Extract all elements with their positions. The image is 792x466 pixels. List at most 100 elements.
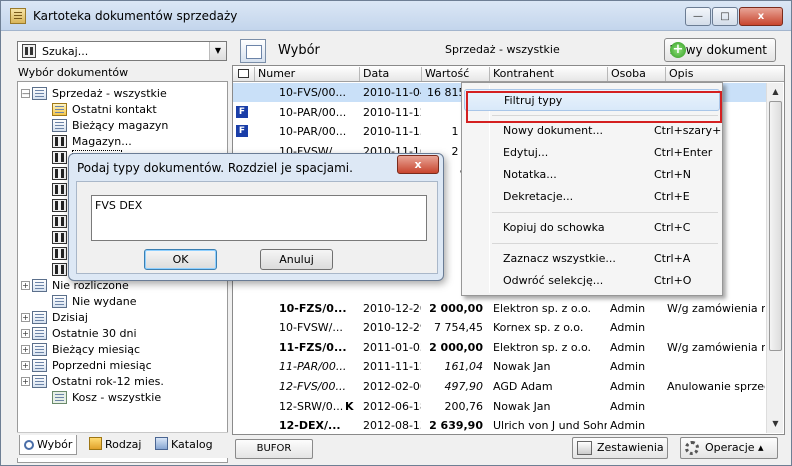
cell-opis: Anulowanie sprzeda — [667, 380, 765, 393]
tree-node[interactable]: Bieżący magazyn — [18, 118, 227, 134]
ok-button[interactable]: OK — [144, 249, 217, 270]
maximize-button[interactable]: □ — [712, 7, 738, 26]
vertical-scrollbar[interactable]: ▲ ▼ — [766, 83, 783, 433]
scroll-thumb[interactable] — [769, 101, 782, 351]
cell-num: 10-FZS/0... — [279, 301, 347, 315]
table-row[interactable]: 10-FVSW/... 2010-12-29 7 754,45 Kornex sp. … — [233, 318, 766, 337]
highlight-frame — [466, 91, 722, 123]
cell-val: 2 639,90 — [429, 419, 483, 433]
dialog-title: Podaj typy dokumentów. Rozdziel je spacj… — [77, 161, 353, 175]
tree-expander[interactable]: + — [21, 313, 30, 322]
menu-item[interactable]: Nowy dokument... Ctrl+szary+ — [464, 120, 721, 142]
binoculars-icon — [52, 247, 67, 260]
menu-item[interactable]: Notatka... Ctrl+N — [464, 164, 720, 186]
tree-node[interactable]: Magazyn... — [18, 134, 227, 150]
table-header: Numer Data Wartość Kontrahent Osoba Opis — [233, 66, 784, 82]
title-bar[interactable]: Kartoteka dokumentów sprzedaży — □ x — [1, 1, 791, 31]
search-combo[interactable]: Szukaj... ▼ — [17, 41, 227, 61]
cancel-button[interactable]: Anuluj — [260, 249, 333, 270]
table-row[interactable]: 12-SRW/0... 2012-06-18 200,76 Nowak Jan Admi… — [233, 397, 766, 416]
cell-osoba: Admin — [610, 419, 646, 433]
cell-val: 161,04 — [444, 360, 484, 374]
tree-node-label: Ostatnie 30 dni — [52, 327, 137, 340]
row-mark: K — [345, 399, 354, 413]
tree-expander[interactable]: — — [21, 89, 30, 98]
tree-expander[interactable]: + — [21, 281, 30, 290]
menu-separator — [492, 243, 718, 244]
select-all-checkbox[interactable] — [238, 69, 249, 78]
tab-katalog[interactable]: Katalog — [151, 435, 217, 455]
minimize-button[interactable]: — — [685, 7, 711, 26]
cell-val: 7 754,45 — [434, 321, 483, 335]
tree-node-label: Ostatni kontakt — [72, 103, 157, 116]
list-icon — [32, 327, 47, 340]
cell-date: 2011-01-03 — [363, 340, 421, 354]
scroll-up-icon[interactable]: ▲ — [768, 84, 783, 99]
selection-icon[interactable] — [240, 39, 266, 63]
tree-expander[interactable]: + — [21, 345, 30, 354]
menu-item-label: Edytuj... — [503, 146, 549, 159]
cell-date: 2010-11-12 — [363, 105, 421, 119]
cell-num: 11-PAR/00... — [279, 360, 347, 374]
column-header-numer[interactable]: Numer — [254, 67, 359, 81]
tree-node[interactable]: + Ostatnie 30 dni — [18, 326, 227, 342]
scroll-down-icon[interactable]: ▼ — [768, 416, 783, 431]
tree-node[interactable]: + Poprzedni miesiąc — [18, 358, 227, 374]
tab-label: Rodzaj — [105, 438, 142, 451]
chevron-down-icon[interactable]: ▼ — [209, 42, 226, 60]
tree-expander[interactable]: + — [21, 329, 30, 338]
cell-opis: W/g zamówienia nr — [667, 301, 765, 315]
operacje-button[interactable]: Operacje ▴ — [680, 437, 778, 459]
tree-expander[interactable]: + — [21, 361, 30, 370]
left-tabs: Wybór Rodzaj Katalog — [17, 432, 228, 458]
tree-node[interactable]: — Sprzedaż - wszystkie — [18, 86, 227, 102]
column-header-data[interactable]: Data — [359, 67, 421, 81]
types-input[interactable]: FVS DEX — [91, 195, 427, 241]
menu-item-shortcut: Ctrl+N — [654, 168, 692, 181]
tree-node[interactable]: + Dzisiaj — [18, 310, 227, 326]
tree-node[interactable]: Ostatni kontakt — [18, 102, 227, 118]
tab-label: Katalog — [171, 438, 213, 451]
menu-item[interactable]: Dekretacje... Ctrl+E — [464, 186, 720, 208]
tree-node-label: Bieżący miesiąc — [52, 343, 141, 356]
table-row[interactable]: 11-FZS/0... 2011-01-03 2 000,00 Elektron sp… — [233, 338, 766, 357]
cell-kontr: Elektron sp. z o.o. — [493, 340, 591, 354]
contact-icon — [52, 103, 67, 116]
tree-node[interactable]: Nie wydane — [18, 294, 227, 310]
column-header-osoba[interactable]: Osoba — [607, 67, 665, 81]
plus-icon: + — [670, 42, 686, 58]
table-row[interactable]: 11-PAR/00... 2011-11-12 161,04 Nowak Jan Adm… — [233, 357, 766, 376]
column-header-opis[interactable]: Opis — [665, 67, 770, 81]
menu-item[interactable]: Odwróć selekcję... Ctrl+O — [464, 270, 720, 292]
cell-date: 2010-11-04 — [363, 86, 421, 99]
tree-node[interactable]: Kosz - wszystkie — [18, 390, 227, 406]
tab-rodzaj[interactable]: Rodzaj — [85, 435, 145, 455]
close-button[interactable]: x — [739, 7, 783, 26]
menu-item[interactable]: Kopiuj do schowka Ctrl+C — [464, 217, 720, 239]
cell-osoba: Admin — [610, 399, 646, 413]
table-row[interactable]: 12-DEX/... 2012-08-13 2 639,90 Ulrich von J… — [233, 416, 766, 434]
table-row[interactable]: 12-FVS/00... 2012-02-06 497,90 AGD Adam Admi… — [233, 377, 766, 396]
list-icon — [32, 87, 47, 100]
cell-num: 12-FVS/00... — [279, 380, 346, 393]
menu-item[interactable]: Zaznacz wszystkie... Ctrl+A — [464, 248, 720, 270]
column-header-kontrahent[interactable]: Kontrahent — [489, 67, 607, 81]
zestawienia-button[interactable]: Zestawienia ▴ — [572, 437, 668, 465]
list-icon — [52, 119, 67, 132]
tab-wybor[interactable]: Wybór — [19, 435, 78, 455]
tree-node-label: Ostatni rok-12 mies. — [52, 375, 164, 388]
cell-date: 2011-11-12 — [363, 360, 421, 374]
document-type-badge: F — [236, 125, 248, 138]
column-header-wartosc[interactable]: Wartość — [421, 67, 489, 81]
tree-node[interactable]: + Bieżący miesiąc — [18, 342, 227, 358]
bufor-button[interactable]: BUFOR — [235, 439, 313, 459]
toolbar: Wybór Sprzedaż - wszystkie + Nowy dokumen… — [232, 37, 785, 65]
new-document-button[interactable]: + Nowy dokument — [664, 38, 776, 62]
menu-item[interactable]: Edytuj... Ctrl+Enter — [464, 142, 720, 164]
tree-node[interactable]: + Ostatni rok-12 mies. — [18, 374, 227, 390]
dialog-close-button[interactable]: x — [397, 155, 439, 174]
cell-date: 2012-02-06 — [363, 380, 421, 393]
table-row[interactable]: 10-FZS/0... 2010-12-20 2 000,00 Elektron sp… — [233, 299, 766, 318]
cell-num: 12-DEX/... — [279, 419, 341, 433]
tree-expander[interactable]: + — [21, 377, 30, 386]
